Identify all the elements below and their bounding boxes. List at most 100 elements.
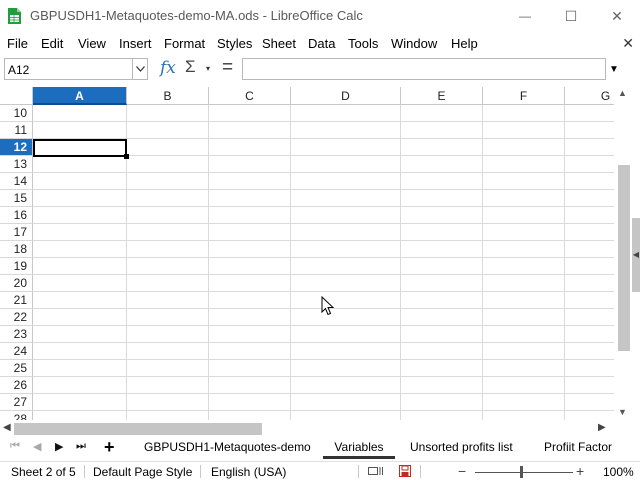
menu-styles[interactable]: Styles: [217, 36, 252, 51]
formula-bar: A12 fx Σ ▾ = ▼: [0, 56, 640, 84]
menu-data[interactable]: Data: [308, 36, 335, 51]
grid-line: [33, 257, 614, 258]
menu-window[interactable]: Window: [391, 36, 437, 51]
row-header-15[interactable]: 15: [0, 190, 33, 207]
menu-file[interactable]: File: [7, 36, 28, 51]
selection-mode-icon[interactable]: [368, 466, 384, 476]
calc-document-icon: [8, 8, 21, 24]
row-header-19[interactable]: 19: [0, 258, 33, 275]
chevron-left-icon: ◀: [632, 250, 640, 259]
minimize-button[interactable]: —: [502, 0, 548, 32]
document-modified-icon[interactable]: [399, 465, 411, 477]
page-style[interactable]: Default Page Style: [93, 465, 192, 479]
row-header-28[interactable]: 28: [0, 411, 33, 420]
add-sheet-button[interactable]: +: [104, 437, 115, 458]
scroll-down-icon[interactable]: ▼: [618, 407, 627, 417]
row-header-12[interactable]: 12: [0, 139, 33, 156]
grid-line: [33, 206, 614, 207]
close-icon: ✕: [611, 7, 623, 24]
row-header-20[interactable]: 20: [0, 275, 33, 292]
column-header-c[interactable]: C: [209, 87, 291, 105]
row-header-27[interactable]: 27: [0, 394, 33, 411]
grid-line: [33, 240, 614, 241]
row-header-23[interactable]: 23: [0, 326, 33, 343]
zoom-level[interactable]: 100%: [603, 465, 634, 479]
grid-line: [33, 291, 614, 292]
row-header-11[interactable]: 11: [0, 122, 33, 139]
sheet-position[interactable]: Sheet 2 of 5: [11, 465, 76, 479]
previous-sheet-icon[interactable]: ◀: [33, 440, 41, 453]
language[interactable]: English (USA): [211, 465, 286, 479]
grid-line: [564, 105, 565, 420]
equals-icon[interactable]: =: [222, 57, 233, 79]
grid-line: [33, 274, 614, 275]
title-bar: GBPUSDH1-Metaquotes-demo-MA.ods - LibreO…: [0, 0, 640, 32]
chevron-down-icon[interactable]: [132, 59, 147, 79]
menu-tools[interactable]: Tools: [348, 36, 378, 51]
column-header-e[interactable]: E: [401, 87, 483, 105]
grid-line: [400, 105, 401, 420]
zoom-out-button[interactable]: −: [458, 463, 466, 479]
row-header-17[interactable]: 17: [0, 224, 33, 241]
menu-format[interactable]: Format: [164, 36, 205, 51]
autofill-handle[interactable]: [124, 154, 129, 159]
column-header-b[interactable]: B: [127, 87, 209, 105]
first-sheet-icon[interactable]: ⏮: [10, 440, 20, 453]
scroll-up-icon[interactable]: ▲: [618, 88, 627, 98]
grid-line: [33, 393, 614, 394]
sheet-tab-bar: ⏮ ◀ ▶ ⏭ + GBPUSDH1-Metaquotes-demo Varia…: [0, 437, 640, 459]
row-header-16[interactable]: 16: [0, 207, 33, 224]
tab-unsorted-profits-list[interactable]: Unsorted profits list: [410, 440, 513, 454]
last-sheet-icon[interactable]: ⏭: [76, 440, 86, 453]
function-wizard-icon[interactable]: fx: [160, 58, 176, 78]
grid-line: [33, 189, 614, 190]
next-sheet-icon[interactable]: ▶: [55, 440, 63, 453]
menu-help[interactable]: Help: [451, 36, 478, 51]
row-header-24[interactable]: 24: [0, 343, 33, 360]
expand-formula-bar-icon[interactable]: ▼: [606, 62, 622, 76]
vertical-scrollbar[interactable]: ▲ ▼: [614, 87, 632, 420]
row-header-22[interactable]: 22: [0, 309, 33, 326]
grid-line: [208, 105, 209, 420]
close-button[interactable]: ✕: [594, 0, 640, 32]
horizontal-scrollbar[interactable]: ◀ ▶: [0, 420, 614, 437]
column-header-f[interactable]: F: [483, 87, 565, 105]
minimize-icon: —: [519, 9, 531, 23]
scroll-right-icon[interactable]: ▶: [598, 422, 606, 433]
row-header-14[interactable]: 14: [0, 173, 33, 190]
close-document-icon[interactable]: ✕: [622, 35, 634, 52]
row-header-21[interactable]: 21: [0, 292, 33, 309]
formula-input[interactable]: [242, 58, 606, 80]
mouse-pointer-icon: [321, 296, 334, 316]
selected-cell-a12[interactable]: [33, 139, 127, 157]
tab-variables[interactable]: Variables: [323, 437, 395, 459]
select-all-corner[interactable]: [0, 87, 33, 105]
row-header-26[interactable]: 26: [0, 377, 33, 394]
tab-gbpusdh1-metaquotes-demo[interactable]: GBPUSDH1-Metaquotes-demo: [144, 440, 311, 454]
row-header-10[interactable]: 10: [0, 105, 33, 122]
column-header-d[interactable]: D: [291, 87, 401, 105]
row-header-18[interactable]: 18: [0, 241, 33, 258]
menu-edit[interactable]: Edit: [41, 36, 63, 51]
zoom-slider-knob[interactable]: [520, 466, 523, 478]
horizontal-scroll-thumb[interactable]: [14, 423, 262, 435]
menu-insert[interactable]: Insert: [119, 36, 152, 51]
menu-view[interactable]: View: [78, 36, 106, 51]
spreadsheet-grid[interactable]: A B C D E F G 10 11 12 13 14 15 16 17 18…: [0, 87, 614, 420]
menu-sheet[interactable]: Sheet: [262, 36, 296, 51]
row-header-25[interactable]: 25: [0, 360, 33, 377]
grid-line: [33, 410, 614, 411]
row-header-13[interactable]: 13: [0, 156, 33, 173]
zoom-slider[interactable]: [475, 472, 573, 473]
column-header-a[interactable]: A: [33, 87, 127, 105]
sum-icon[interactable]: Σ: [185, 57, 196, 77]
maximize-button[interactable]: ☐: [548, 0, 594, 32]
scroll-left-icon[interactable]: ◀: [3, 422, 11, 433]
zoom-in-button[interactable]: +: [576, 463, 584, 479]
name-box[interactable]: A12: [4, 58, 148, 80]
tab-profiit-factor[interactable]: Profiit Factor: [544, 440, 612, 454]
grid-line: [33, 376, 614, 377]
sum-dropdown-icon[interactable]: ▾: [206, 64, 210, 73]
column-header-g[interactable]: G: [565, 87, 614, 105]
vertical-scroll-thumb[interactable]: [618, 165, 630, 351]
